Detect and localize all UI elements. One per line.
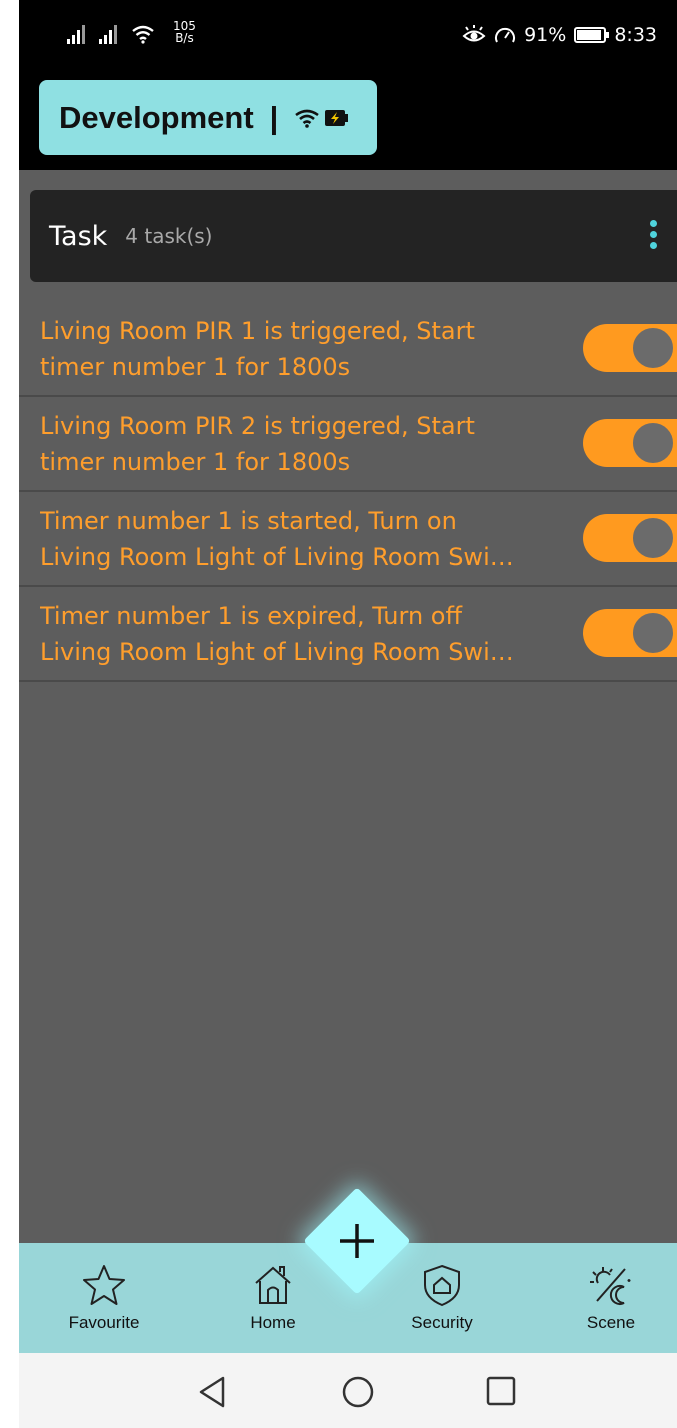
task-row[interactable]: Living Room PIR 1 is triggered, Start ti… — [19, 302, 677, 397]
wifi-icon — [295, 109, 320, 128]
task-line: Living Room PIR 1 is triggered, Start — [40, 317, 475, 345]
back-icon[interactable] — [197, 1375, 227, 1409]
status-bar: 105 B/s 91% 8:33 — [19, 0, 677, 70]
nav-label: Scene — [586, 1313, 636, 1332]
device-selector-button[interactable]: Development | — [39, 80, 377, 155]
task-row[interactable]: Timer number 1 is expired, Turn off Livi… — [19, 587, 677, 682]
clock: 8:33 — [614, 24, 657, 46]
task-line: Living Room Light of Living Room Swi… — [40, 638, 514, 666]
task-line: Timer number 1 is expired, Turn off — [40, 602, 463, 630]
task-enable-toggle[interactable] — [583, 514, 677, 562]
more-options-icon[interactable] — [650, 220, 657, 249]
task-line: Living Room Light of Living Room Swi… — [40, 543, 514, 571]
task-line: timer number 1 for 1800s — [40, 448, 351, 476]
task-content-area: Task 4 task(s) Living Room PIR 1 is trig… — [19, 170, 677, 1243]
nav-scene[interactable]: Scene — [551, 1263, 671, 1333]
nav-home[interactable]: Home — [213, 1263, 333, 1333]
nav-security[interactable]: Security — [382, 1263, 502, 1333]
header-separator: | — [269, 99, 279, 135]
task-title: Task — [49, 220, 108, 252]
task-line: Living Room PIR 2 is triggered, Start — [40, 412, 475, 440]
nav-label: Security — [411, 1313, 473, 1332]
task-enable-toggle[interactable] — [583, 324, 677, 372]
app-header: Development | — [19, 70, 677, 170]
phone-screen: 105 B/s 91% 8:33 Development | Task 4 ta… — [19, 0, 677, 1428]
task-description: Timer number 1 is expired, Turn off Livi… — [40, 598, 560, 670]
nav-label: Home — [250, 1313, 296, 1332]
battery-charging-icon — [325, 109, 349, 126]
task-enable-toggle[interactable] — [583, 419, 677, 467]
task-line: Timer number 1 is started, Turn on — [40, 507, 457, 535]
home-icon — [255, 1266, 291, 1304]
task-row[interactable]: Timer number 1 is started, Turn on Livin… — [19, 492, 677, 587]
task-header-card: Task 4 task(s) — [30, 190, 677, 282]
system-navigation-bar — [19, 1353, 677, 1428]
recent-apps-icon[interactable] — [485, 1375, 517, 1407]
task-enable-toggle[interactable] — [583, 609, 677, 657]
nav-favourite[interactable]: Favourite — [44, 1263, 164, 1333]
network-speed: 105 B/s — [173, 20, 196, 44]
signal-icon — [67, 24, 85, 44]
task-count: 4 task(s) — [125, 224, 213, 248]
task-list: Living Room PIR 1 is triggered, Start ti… — [19, 302, 677, 682]
battery-percent: 91% — [524, 24, 567, 46]
task-description: Living Room PIR 1 is triggered, Start ti… — [40, 313, 560, 385]
network-speed-unit: B/s — [175, 31, 194, 45]
sun-moon-icon — [590, 1267, 631, 1305]
wifi-icon — [132, 25, 154, 44]
eye-comfort-icon — [462, 25, 486, 42]
task-line: timer number 1 for 1800s — [40, 353, 351, 381]
task-description: Timer number 1 is started, Turn on Livin… — [40, 503, 560, 575]
shield-home-icon — [424, 1264, 460, 1307]
device-name: Development — [59, 99, 254, 135]
nav-label: Favourite — [68, 1313, 140, 1332]
signal-icon — [99, 24, 117, 44]
task-description: Living Room PIR 2 is triggered, Start ti… — [40, 408, 560, 480]
star-icon — [83, 1265, 125, 1305]
plus-icon[interactable] — [326, 1210, 388, 1272]
battery-icon — [574, 27, 610, 43]
home-circle-icon[interactable] — [341, 1375, 375, 1409]
speed-gauge-icon — [495, 27, 516, 43]
task-row[interactable]: Living Room PIR 2 is triggered, Start ti… — [19, 397, 677, 492]
